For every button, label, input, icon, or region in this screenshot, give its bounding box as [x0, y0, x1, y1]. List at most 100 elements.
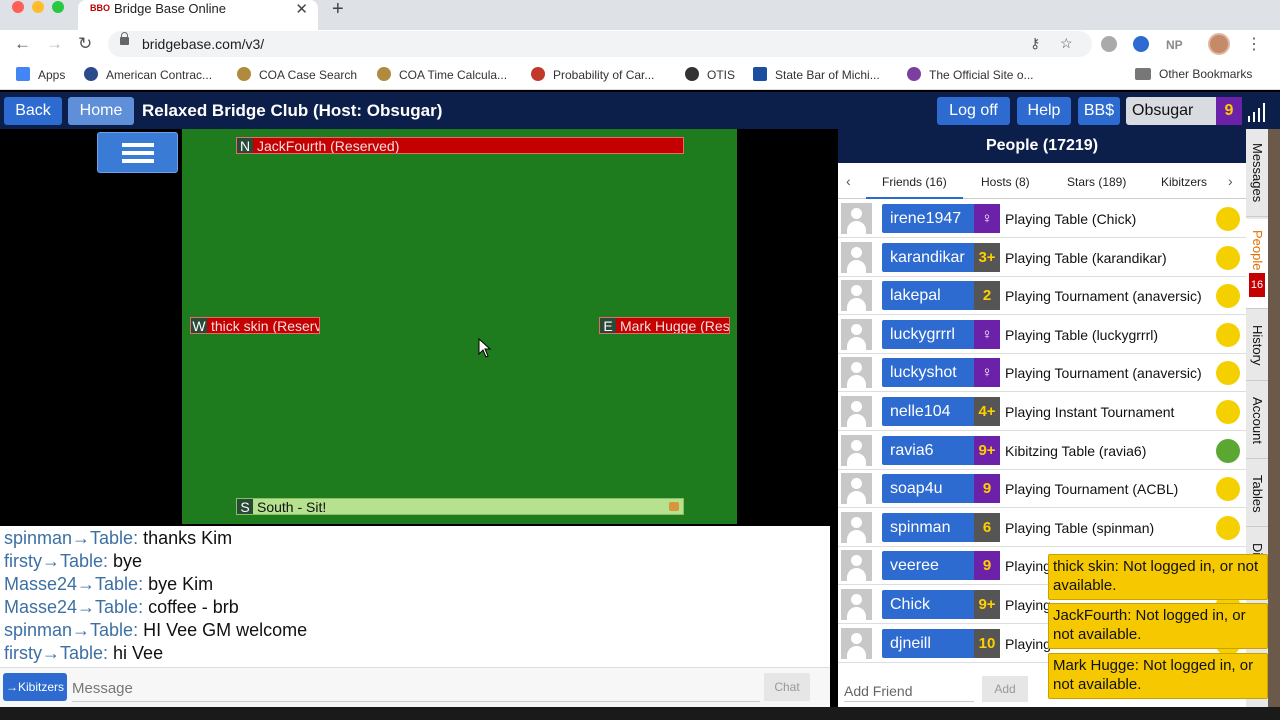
forward-arrow-icon[interactable]: →	[46, 34, 63, 54]
omnibox[interactable]: bridgebase.com/v3/ ⚷ ☆	[108, 31, 1092, 57]
user-avatar-icon	[841, 396, 872, 427]
skill-badge: 6	[974, 512, 1000, 542]
friend-name[interactable]: veeree	[882, 551, 974, 581]
avatar-body	[847, 375, 866, 389]
friend-name[interactable]: irene1947	[882, 204, 974, 233]
profile-avatar[interactable]	[1208, 33, 1230, 55]
back-button[interactable]: Back	[4, 97, 62, 125]
friend-name[interactable]: nelle104	[882, 397, 974, 426]
friend-status: Playing Table (Chick)	[1005, 211, 1137, 227]
bookmark-state-bar[interactable]: State Bar of Michi...	[753, 67, 880, 82]
sidetab-account[interactable]: Account	[1246, 383, 1268, 459]
chat-send-button[interactable]: Chat	[764, 673, 810, 701]
hamburger-menu-button[interactable]	[97, 132, 178, 173]
hamburger-line	[122, 143, 154, 147]
message-input[interactable]	[72, 676, 760, 702]
avatar-head	[851, 594, 862, 605]
close-window-button[interactable]	[12, 1, 24, 13]
status-dot-icon	[1216, 477, 1240, 502]
not-available-toast[interactable]: Mark Hugge: Not logged in, or not availa…	[1048, 653, 1268, 699]
more-menu-icon[interactable]: ⋮	[1246, 34, 1262, 54]
browser-tab[interactable]: BBO Bridge Base Online ✕	[78, 0, 318, 30]
kibitzers-recipient-button[interactable]: →Kibitzers	[3, 673, 67, 701]
friend-name[interactable]: djneill	[882, 628, 974, 658]
skill-badge: 2	[974, 281, 1000, 311]
friend-row[interactable]: spinman 6 Playing Table (spinman)	[838, 508, 1246, 547]
chevron-left-icon[interactable]: ‹	[846, 173, 851, 189]
seat-east[interactable]: E Mark Hugge (Reserved)	[599, 317, 730, 334]
sidetab-messages[interactable]: Messages	[1246, 129, 1268, 217]
seat-direction: W	[191, 318, 207, 334]
friend-name[interactable]: spinman	[882, 512, 974, 542]
np-extension-icon[interactable]: NP	[1166, 38, 1183, 52]
friend-row[interactable]: luckyshot ♀ Playing Tournament (anaversic)	[838, 354, 1246, 393]
sidetab-tables[interactable]: Tables	[1246, 461, 1268, 527]
username-button[interactable]: Obsugar	[1126, 97, 1216, 125]
bookmark-coa-time-calc[interactable]: COA Time Calcula...	[377, 67, 507, 82]
friend-name[interactable]: karandikar	[882, 242, 974, 272]
add-friend-input[interactable]	[844, 680, 974, 702]
seat-west[interactable]: Wthick skin (Reserved)	[190, 317, 320, 334]
other-bookmarks[interactable]: Other Bookmarks	[1135, 67, 1252, 81]
friend-name[interactable]: Chick	[882, 590, 974, 619]
seat-north[interactable]: N JackFourth (Reserved)	[236, 137, 684, 154]
skype-extension-icon[interactable]	[1101, 36, 1117, 52]
grid-icon	[16, 67, 30, 81]
friend-name[interactable]: luckyshot	[882, 358, 974, 388]
help-button[interactable]: Help	[1017, 97, 1071, 125]
friend-row[interactable]: lakepal 2 Playing Tournament (anaversic)	[838, 277, 1246, 316]
tab-stars[interactable]: Stars (189)	[1067, 175, 1126, 189]
seat-south[interactable]: S South - Sit!	[236, 498, 684, 515]
friend-row[interactable]: luckygrrrl ♀ Playing Table (luckygrrrl)	[838, 315, 1246, 354]
new-tab-icon[interactable]: +	[332, 0, 344, 21]
tab-kibitzers[interactable]: Kibitzers	[1161, 175, 1207, 189]
key-icon[interactable]: ⚷	[1030, 35, 1040, 52]
friend-name[interactable]: luckygrrrl	[882, 319, 974, 349]
minimize-window-button[interactable]	[32, 1, 44, 13]
friend-row[interactable]: karandikar 3+ Playing Table (karandikar)	[838, 238, 1246, 277]
reload-icon[interactable]: ↻	[78, 34, 92, 54]
avatar-body	[847, 414, 866, 427]
status-dot-icon	[1216, 515, 1240, 540]
home-button[interactable]: Home	[68, 97, 134, 125]
chevron-right-icon[interactable]: ›	[1228, 173, 1233, 189]
log-off-button[interactable]: Log off	[937, 97, 1010, 125]
club-title: Relaxed Bridge Club (Host: Obsugar)	[142, 101, 443, 120]
bb-dollars-button[interactable]: BB$	[1078, 97, 1120, 125]
avatar-body	[847, 607, 866, 620]
add-friend-button[interactable]: Add	[982, 676, 1028, 702]
skill-badge: ♀	[974, 204, 1000, 233]
friend-status: Playing	[1005, 597, 1051, 613]
bookmark-american-contract[interactable]: American Contrac...	[84, 67, 212, 82]
friend-name[interactable]: ravia6	[882, 435, 974, 465]
friend-row[interactable]: irene1947 ♀ Playing Table (Chick)	[838, 200, 1246, 238]
tab-friends[interactable]: Friends (16)	[866, 175, 963, 199]
friend-row[interactable]: ravia6 9+ Kibitzing Table (ravia6)	[838, 431, 1246, 470]
sidetab-history[interactable]: History	[1246, 311, 1268, 381]
bookmark-otis[interactable]: OTIS	[685, 67, 735, 82]
tab-hosts[interactable]: Hosts (8)	[981, 175, 1030, 189]
close-tab-icon[interactable]: ✕	[295, 0, 308, 18]
skill-badge: 9	[974, 551, 1000, 581]
padlock-icon[interactable]	[669, 502, 679, 511]
friend-row[interactable]: nelle104 4+ Playing Instant Tournament	[838, 393, 1246, 431]
maximize-window-button[interactable]	[52, 1, 64, 13]
back-arrow-icon[interactable]: ←	[14, 34, 31, 54]
chat-log: spinman→Table: thanks Kim firsty→Table: …	[0, 526, 830, 667]
sidetab-people[interactable]: People16	[1246, 219, 1268, 309]
bookmark-coa-case-search[interactable]: COA Case Search	[237, 67, 357, 82]
friend-name[interactable]: soap4u	[882, 474, 974, 504]
not-available-toast[interactable]: thick skin: Not logged in, or not availa…	[1048, 554, 1268, 600]
bookmark-official-site[interactable]: The Official Site o...	[907, 67, 1034, 82]
user-avatar-icon	[841, 318, 872, 350]
bookmark-apps[interactable]: Apps	[16, 67, 65, 82]
avatar-head	[851, 208, 862, 219]
chat-message: firsty→Table: hi Vee	[4, 643, 164, 663]
not-available-toast[interactable]: JackFourth: Not logged in, or not availa…	[1048, 603, 1268, 649]
friend-row[interactable]: soap4u 9 Playing Tournament (ACBL)	[838, 470, 1246, 509]
skill-badge: 3+	[974, 242, 1000, 272]
star-icon[interactable]: ☆	[1060, 35, 1073, 52]
friend-name[interactable]: lakepal	[882, 281, 974, 311]
bookmark-probability[interactable]: Probability of Car...	[531, 67, 654, 82]
shield-extension-icon[interactable]	[1133, 36, 1149, 52]
